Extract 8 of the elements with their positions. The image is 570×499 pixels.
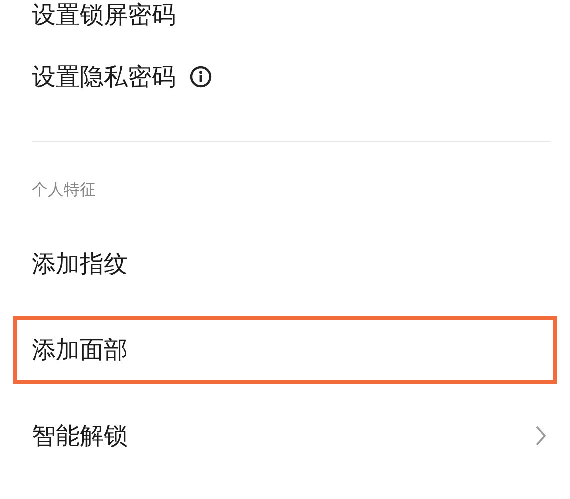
chevron-right-icon [535, 425, 547, 447]
settings-item[interactable]: 设置锁屏密码 [13, 0, 557, 30]
info-icon[interactable] [190, 66, 212, 88]
settings-item[interactable]: 添加指纹 [13, 221, 557, 307]
settings-item[interactable]: 添加面部 [13, 316, 557, 384]
settings-item[interactable]: 智能解锁 [13, 393, 557, 479]
section-header: 个人特征 [31, 179, 97, 201]
settings-item[interactable]: 设置隐私密码 [13, 34, 557, 120]
